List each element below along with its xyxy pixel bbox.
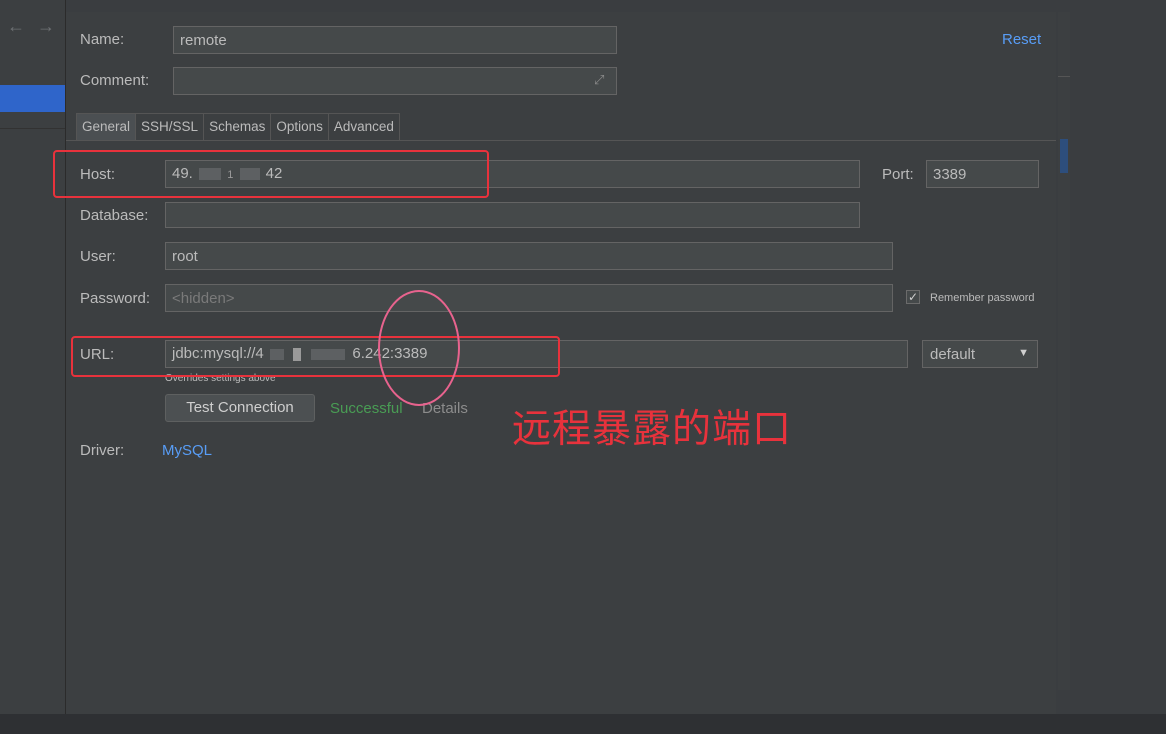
reset-link[interactable]: Reset	[1002, 31, 1041, 48]
url-value-suffix: 6.242:3389	[352, 345, 428, 362]
database-field[interactable]	[165, 202, 860, 228]
url-field[interactable]: jdbc:mysql://4 6.242:3389	[165, 340, 908, 368]
name-field[interactable]	[173, 26, 617, 54]
port-label: Port:	[882, 166, 914, 183]
overrides-note: Overrides settings above	[165, 373, 276, 384]
host-field[interactable]: 49. 1 42	[165, 160, 860, 188]
tab-underline	[66, 140, 1056, 141]
redacted-block	[311, 348, 346, 360]
arrow-right-icon[interactable]: →	[37, 16, 55, 37]
right-strip-divider	[1058, 76, 1070, 77]
port-field[interactable]	[926, 160, 1039, 188]
user-label: User:	[80, 248, 116, 265]
right-strip-accent	[1060, 139, 1068, 173]
host-value-prefix: 49.	[172, 165, 193, 182]
tab-schemas[interactable]: Schemas	[204, 113, 272, 141]
comment-label: Comment:	[80, 72, 150, 89]
tab-ssh-ssl[interactable]: SSH/SSL	[136, 113, 205, 141]
host-value-suffix: 42	[265, 165, 283, 182]
url-value-prefix: jdbc:mysql://4	[172, 345, 264, 362]
right-strip	[1058, 12, 1070, 690]
annotation-text: 远程暴露的端口	[512, 407, 793, 452]
remember-password-label: Remember password	[930, 292, 1035, 304]
details-link[interactable]: Details	[422, 400, 468, 417]
left-divider	[0, 128, 65, 129]
settings-tabs: General SSH/SSL Schemas Options Advanced	[76, 113, 400, 141]
selected-datasource-item[interactable]	[0, 85, 65, 112]
comment-field[interactable]	[173, 67, 617, 95]
expand-icon[interactable]: ⤢	[594, 72, 604, 88]
chevron-down-icon: ▼	[1018, 347, 1029, 359]
tab-general[interactable]: General	[76, 113, 137, 141]
check-icon: ✓	[907, 290, 919, 304]
redacted-block	[199, 168, 222, 181]
redacted-block	[293, 347, 302, 361]
driver-label: Driver:	[80, 442, 125, 459]
tab-options[interactable]: Options	[271, 113, 329, 141]
host-label: Host:	[80, 166, 116, 183]
test-connection-button[interactable]: Test Connection	[165, 394, 315, 422]
name-label: Name:	[80, 31, 125, 48]
url-mode-value: default	[930, 346, 976, 363]
driver-link[interactable]: MySQL	[162, 442, 212, 459]
bottom-band	[0, 714, 1166, 734]
arrow-left-icon[interactable]: ←	[7, 16, 25, 37]
redacted-block	[239, 168, 260, 181]
password-label: Password:	[80, 290, 151, 307]
test-status: Successful	[330, 400, 403, 417]
left-pane: ← →	[0, 0, 66, 714]
redacted-block	[269, 348, 284, 360]
tab-advanced[interactable]: Advanced	[328, 113, 400, 141]
url-label: URL:	[80, 346, 115, 363]
remember-password-checkbox[interactable]: ✓	[906, 290, 920, 304]
password-field[interactable]	[165, 284, 893, 312]
host-value-mid: 1	[227, 169, 234, 181]
user-field[interactable]	[165, 242, 893, 270]
database-label: Database:	[80, 207, 149, 224]
url-mode-select[interactable]: default ▼	[922, 340, 1038, 368]
